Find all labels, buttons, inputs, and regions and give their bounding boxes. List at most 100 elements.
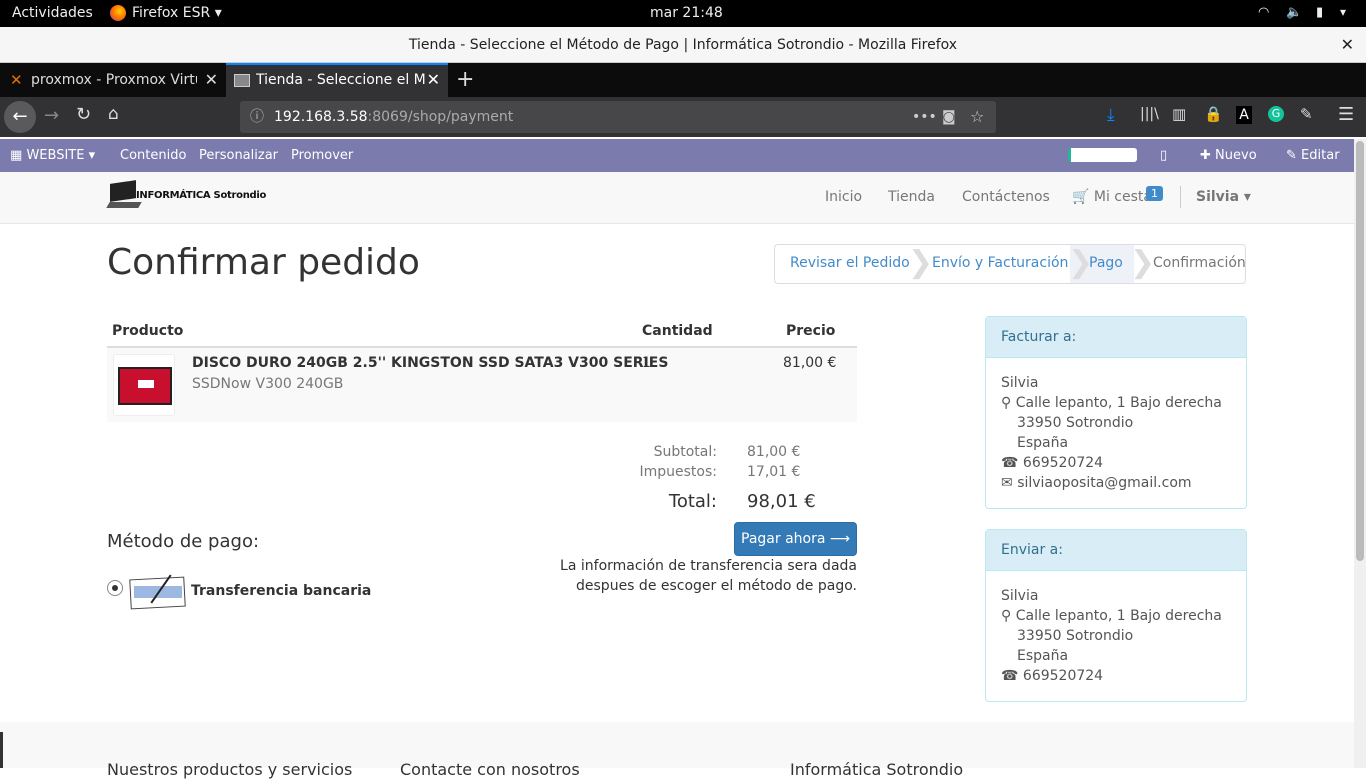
bookmark-star-icon[interactable]: ☆ bbox=[970, 101, 984, 133]
url-path: :8069/shop/payment bbox=[367, 109, 514, 125]
payment-method-label[interactable]: Transferencia bancaria bbox=[191, 583, 371, 599]
shipping-title: Enviar a: bbox=[986, 530, 1246, 571]
billing-country: España bbox=[1017, 435, 1069, 451]
close-tab-icon[interactable]: ✕ bbox=[427, 65, 440, 97]
content-menu[interactable]: Contenido bbox=[120, 148, 186, 163]
forward-icon[interactable]: → bbox=[44, 105, 59, 126]
menu-tienda[interactable]: Tienda bbox=[888, 189, 935, 205]
envelope-icon: ✉ bbox=[1001, 475, 1013, 491]
library-icon[interactable]: |||\ bbox=[1140, 106, 1159, 122]
wizard-separator: ❯ bbox=[1130, 245, 1156, 280]
gnome-top-bar: Actividades Firefox ESR ▾ mar 21:48 ◠ 🔈 … bbox=[0, 0, 1366, 27]
shipping-phone-text: 669520724 bbox=[1022, 668, 1104, 684]
page-scrollbar[interactable] bbox=[1354, 139, 1366, 768]
system-menu-icon[interactable]: ▾ bbox=[1340, 5, 1346, 19]
phone-icon: ☎ bbox=[1001, 668, 1019, 684]
new-button[interactable]: ✚ Nuevo bbox=[1200, 148, 1257, 163]
table-row: DISCO DURO 240GB 2.5'' KINGSTON SSD SATA… bbox=[107, 348, 857, 422]
tab-proxmox[interactable]: ✕ proxmox - Proxmox Virtual Environment … bbox=[0, 63, 226, 97]
apps-grid-icon: ▦ bbox=[10, 148, 23, 163]
back-icon[interactable]: ← bbox=[4, 101, 36, 133]
menu-cart[interactable]: 🛒 Mi cesta bbox=[1072, 189, 1152, 205]
close-tab-icon[interactable]: ✕ bbox=[205, 63, 218, 97]
scrollbar-thumb[interactable] bbox=[1356, 141, 1364, 561]
bank-cheque-icon bbox=[129, 572, 186, 610]
lock-icon[interactable]: 🔒 bbox=[1204, 105, 1223, 123]
product-name[interactable]: DISCO DURO 240GB 2.5'' KINGSTON SSD SATA… bbox=[192, 355, 668, 371]
billing-title: Facturar a: bbox=[986, 317, 1246, 358]
col-header-price: Precio bbox=[786, 323, 836, 339]
hamburger-menu-icon[interactable]: ☰ bbox=[1338, 104, 1354, 125]
arrow-right-icon: ⟶ bbox=[829, 531, 850, 547]
wizard-step-shipping[interactable]: Envío y Facturación bbox=[932, 244, 1068, 284]
wifi-icon[interactable]: ◠ bbox=[1258, 5, 1269, 20]
mobile-preview-icon[interactable]: ▯ bbox=[1160, 148, 1167, 163]
col-header-product: Producto bbox=[112, 323, 184, 339]
pocket-icon[interactable]: ◙ bbox=[942, 101, 956, 133]
website-menu-label: WEBSITE bbox=[26, 148, 85, 163]
wizard-step-confirmation: Confirmación bbox=[1153, 255, 1246, 271]
page-title: Confirmar pedido bbox=[107, 242, 420, 283]
activities-button[interactable]: Actividades bbox=[12, 5, 93, 21]
sidebar-icon[interactable]: ▥ bbox=[1172, 105, 1186, 123]
product-price: 81,00 € bbox=[783, 355, 837, 371]
billing-phone-text: 669520724 bbox=[1022, 455, 1104, 471]
pay-now-label: Pagar ahora bbox=[741, 531, 826, 547]
payment-radio[interactable] bbox=[107, 580, 123, 596]
product-qty: 1 bbox=[642, 355, 651, 371]
odoo-editor-bar: ▦ WEBSITE ▾ Contenido Personalizar Promo… bbox=[0, 139, 1354, 172]
navigation-toolbar: ← → ↻ ⌂ ⓘ 192.168.3.58:8069/shop/payment… bbox=[0, 97, 1366, 137]
product-thumbnail[interactable] bbox=[113, 354, 175, 416]
extension-icon[interactable]: ✎ bbox=[1300, 105, 1313, 123]
battery-icon[interactable]: ▮ bbox=[1316, 5, 1323, 20]
tab-tienda[interactable]: Tienda - Seleccione el Método de Pago ✕ bbox=[226, 63, 448, 97]
volume-icon[interactable]: 🔈 bbox=[1286, 5, 1302, 20]
billing-city: 33950 Sotrondio bbox=[1017, 415, 1134, 431]
footer-col-company: Informática Sotrondio bbox=[790, 760, 964, 779]
edit-button[interactable]: ✎ Editar bbox=[1286, 148, 1340, 163]
product-description: SSDNow V300 240GB bbox=[192, 376, 344, 392]
menu-contactenos[interactable]: Contáctenos bbox=[962, 189, 1050, 205]
user-menu[interactable]: Silvia ▾ bbox=[1196, 189, 1251, 205]
new-tab-icon[interactable]: + bbox=[456, 67, 474, 92]
app-menu-label: Firefox ESR bbox=[132, 5, 211, 21]
customize-menu[interactable]: Personalizar bbox=[199, 148, 278, 163]
clock[interactable]: mar 21:48 bbox=[650, 5, 723, 21]
billing-street: ⚲ Calle lepanto, 1 Bajo derecha bbox=[1001, 395, 1222, 411]
shipping-name: Silvia bbox=[1001, 588, 1039, 604]
pay-now-button[interactable]: Pagar ahora ⟶ bbox=[734, 522, 857, 556]
cart-count-badge: 1 bbox=[1146, 186, 1163, 201]
home-icon[interactable]: ⌂ bbox=[108, 104, 119, 124]
billing-street-text: Calle lepanto, 1 Bajo derecha bbox=[1015, 395, 1222, 411]
font-icon[interactable]: A bbox=[1236, 106, 1252, 124]
billing-name: Silvia bbox=[1001, 375, 1039, 391]
url-bar[interactable]: ⓘ 192.168.3.58:8069/shop/payment ••• ◙ ☆ bbox=[240, 101, 996, 133]
website-menu[interactable]: ▦ WEBSITE ▾ bbox=[10, 148, 95, 163]
footer-col-products: Nuestros productos y servicios bbox=[107, 760, 353, 779]
subtotal-label: Subtotal: bbox=[653, 444, 717, 460]
wizard-separator: ❯ bbox=[908, 245, 934, 280]
taxes-value: 17,01 € bbox=[747, 464, 801, 480]
left-edge-handle bbox=[0, 732, 3, 768]
info-icon[interactable]: ⓘ bbox=[250, 101, 264, 133]
transfer-note-1: La información de transferencia sera dad… bbox=[560, 558, 857, 574]
total-label: Total: bbox=[668, 491, 717, 512]
grammarly-icon[interactable]: G bbox=[1268, 106, 1284, 122]
app-menu[interactable]: Firefox ESR ▾ bbox=[132, 5, 222, 21]
close-window-icon[interactable]: ✕ bbox=[1341, 27, 1354, 63]
site-logo-text[interactable]: INFORMÁTICA Sotrondio bbox=[136, 190, 266, 201]
window-title: Tienda - Seleccione el Método de Pago | … bbox=[408, 37, 958, 53]
col-header-qty: Cantidad bbox=[642, 323, 713, 339]
site-header: INFORMÁTICA Sotrondio Inicio Tienda Cont… bbox=[0, 172, 1354, 224]
user-name: Silvia bbox=[1196, 189, 1240, 205]
edit-button-label: Editar bbox=[1301, 148, 1340, 163]
reload-icon[interactable]: ↻ bbox=[76, 104, 91, 125]
page-actions-icon[interactable]: ••• bbox=[912, 101, 937, 133]
shipping-city: 33950 Sotrondio bbox=[1017, 628, 1134, 644]
menu-inicio[interactable]: Inicio bbox=[825, 189, 862, 205]
total-value: 98,01 € bbox=[747, 491, 816, 512]
promote-menu[interactable]: Promover bbox=[291, 148, 353, 163]
downloads-icon[interactable]: ⤓ bbox=[1107, 105, 1115, 125]
wizard-step-review[interactable]: Revisar el Pedido bbox=[790, 244, 910, 284]
firefox-icon bbox=[110, 5, 126, 21]
